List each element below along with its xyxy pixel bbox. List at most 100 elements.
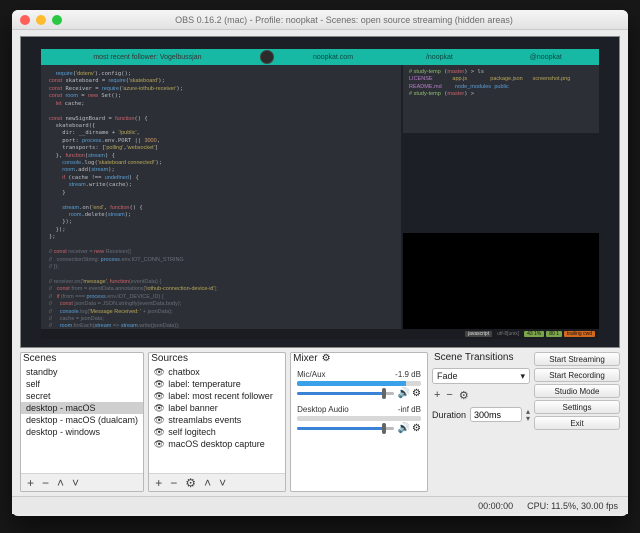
scenes-toolbar: + − ˄ ˅ — [21, 473, 143, 491]
mixer-gear-icon[interactable]: ⚙ — [322, 353, 331, 364]
follower-label: most recent follower: Vogelbussjan — [41, 54, 254, 61]
overlay-link-twitter: @noopkat — [493, 54, 599, 61]
mixer-body: Mic/Aux-1.9 dB🔊⚙Desktop Audio-inf dB🔊⚙ — [291, 366, 427, 491]
status-pos1: 43 1% — [524, 331, 544, 337]
control-buttons: Start Streaming Start Recording Studio M… — [534, 352, 620, 492]
sources-gear-icon[interactable]: ⚙ — [185, 476, 196, 490]
sources-list[interactable]: 👁 chatbox 👁 label: temperature 👁 label: most … — [149, 366, 285, 473]
preview-canvas[interactable]: most recent follower: Vogelbussjan noopk… — [20, 36, 620, 348]
channel-db: -inf dB — [398, 405, 421, 414]
sources-header: Sources — [149, 353, 285, 366]
scenes-add-icon[interactable]: + — [27, 476, 34, 490]
transition-toolbar: + − ⚙ — [432, 387, 530, 404]
terminal-capture: # study-temp (master) > ls LICENSE app.j… — [403, 65, 599, 133]
source-item[interactable]: 👁macOS desktop capture — [149, 438, 285, 450]
eye-icon[interactable]: 👁 — [154, 367, 164, 377]
start-recording-button[interactable]: Start Recording — [534, 368, 620, 382]
volume-slider[interactable] — [297, 392, 393, 395]
avatar — [260, 50, 274, 64]
eye-icon[interactable]: 👁 — [154, 379, 164, 389]
channel-name: Mic/Aux — [297, 370, 325, 379]
start-streaming-button[interactable]: Start Streaming — [534, 352, 620, 366]
traffic-light-minimize[interactable] — [36, 15, 46, 25]
source-label: streamlabs events — [168, 415, 241, 425]
duration-label: Duration — [432, 410, 466, 420]
transitions-header: Scene Transitions — [432, 352, 530, 365]
source-label: chatbox — [168, 367, 200, 377]
eye-icon[interactable]: 👁 — [154, 439, 164, 449]
scenes-list[interactable]: standbyselfsecretdesktop - macOSdesktop … — [21, 366, 143, 473]
transition-select[interactable]: Fade ▾ — [432, 368, 530, 384]
sources-add-icon[interactable]: + — [155, 476, 162, 490]
eye-icon[interactable]: 👁 — [154, 391, 164, 401]
scenes-panel: Scenes standbyselfsecretdesktop - macOSd… — [20, 352, 144, 492]
sources-down-icon[interactable]: ˅ — [219, 476, 226, 490]
transitions-panel: Scene Transitions Fade ▾ + − ⚙ Duration … — [432, 352, 530, 492]
status-ft: trailing cwd — [564, 331, 595, 337]
level-meter — [297, 381, 421, 386]
editor-statusbar: javascript utf-8[unix] 43 1% 80 1 traili… — [41, 329, 599, 339]
source-item[interactable]: 👁 chatbox — [149, 366, 285, 378]
scenes-down-icon[interactable]: ˅ — [72, 476, 79, 490]
channel-name: Desktop Audio — [297, 405, 349, 414]
source-label: self logitech — [168, 427, 216, 437]
scene-item[interactable]: standby — [21, 366, 143, 378]
scenes-header: Scenes — [21, 353, 143, 366]
duration-stepper[interactable]: ▴▾ — [526, 408, 530, 422]
level-meter — [297, 416, 421, 421]
status-footer: 00:00:00 CPU: 11.5%, 30.00 fps — [12, 496, 628, 514]
mixer-header: Mixer ⚙ — [291, 353, 427, 366]
source-item[interactable]: 👁 streamlabs events — [149, 414, 285, 426]
duration-input[interactable] — [470, 407, 522, 422]
channel-gear-icon[interactable]: ⚙ — [412, 423, 421, 434]
scenes-up-icon[interactable]: ˄ — [57, 476, 64, 490]
speaker-icon[interactable]: 🔊 — [398, 388, 410, 399]
bottom-panels: Scenes standbyselfsecretdesktop - macOSd… — [20, 352, 620, 492]
source-item[interactable]: 👁 label: temperature — [149, 378, 285, 390]
overlay-link-site: noopkat.com — [280, 54, 386, 61]
source-item[interactable]: 👁 label: most recent follower — [149, 390, 285, 402]
webcam-placeholder — [403, 233, 599, 329]
app-window: OBS 0.16.2 (mac) - Profile: noopkat - Sc… — [12, 10, 628, 516]
overlay-header: most recent follower: Vogelbussjan noopk… — [41, 49, 599, 65]
scenes-remove-icon[interactable]: − — [42, 476, 49, 490]
source-label: label banner — [168, 403, 218, 413]
scene-item[interactable]: desktop - macOS — [21, 402, 143, 414]
mixer-panel: Mixer ⚙ Mic/Aux-1.9 dB🔊⚙ Desktop Audio -in… — [290, 352, 428, 492]
window-title: OBS 0.16.2 (mac) - Profile: noopkat - Sc… — [68, 15, 620, 25]
scene-item[interactable]: self — [21, 378, 143, 390]
mixer-channel: Mic/Aux-1.9 dB🔊⚙ — [297, 370, 421, 399]
eye-icon[interactable]: 👁 — [154, 427, 164, 437]
sources-toolbar: + − ⚙ ˄ ˅ — [149, 473, 285, 491]
footer-time: 00:00:00 — [478, 501, 513, 511]
scene-item[interactable]: desktop - windows — [21, 426, 143, 438]
exit-button[interactable]: Exit — [534, 416, 620, 430]
studio-mode-button[interactable]: Studio Mode — [534, 384, 620, 398]
footer-stats: CPU: 11.5%, 30.00 fps — [527, 501, 618, 511]
duration-row: Duration ▴▾ — [432, 407, 530, 422]
eye-icon[interactable]: 👁 — [154, 415, 164, 425]
source-label: label: temperature — [168, 379, 241, 389]
sources-panel: Sources 👁 chatbox 👁 label: temperature 👁 labe… — [148, 352, 286, 492]
source-item[interactable]: 👁 self logitech — [149, 426, 285, 438]
titlebar: OBS 0.16.2 (mac) - Profile: noopkat - Sc… — [12, 10, 628, 30]
transition-remove-icon[interactable]: − — [446, 389, 452, 402]
channel-gear-icon[interactable]: ⚙ — [412, 388, 421, 399]
source-label: label: most recent follower — [168, 391, 273, 401]
speaker-icon[interactable]: 🔊 — [398, 423, 410, 434]
sources-remove-icon[interactable]: − — [170, 476, 177, 490]
scene-item[interactable]: secret — [21, 390, 143, 402]
transition-add-icon[interactable]: + — [434, 389, 440, 402]
scene-item[interactable]: desktop - macOS (dualcam) — [21, 414, 143, 426]
settings-button[interactable]: Settings — [534, 400, 620, 414]
mixer-title: Mixer — [293, 353, 317, 364]
status-pos2: 80 1 — [546, 331, 562, 337]
sources-up-icon[interactable]: ˄ — [204, 476, 211, 490]
eye-icon[interactable]: 👁 — [154, 403, 164, 413]
volume-slider[interactable] — [297, 427, 393, 430]
transition-gear-icon[interactable]: ⚙ — [459, 389, 469, 402]
traffic-light-zoom[interactable] — [52, 15, 62, 25]
traffic-light-close[interactable] — [20, 15, 30, 25]
overlay-link-github: /noopkat — [386, 54, 492, 61]
source-item[interactable]: 👁 label banner — [149, 402, 285, 414]
